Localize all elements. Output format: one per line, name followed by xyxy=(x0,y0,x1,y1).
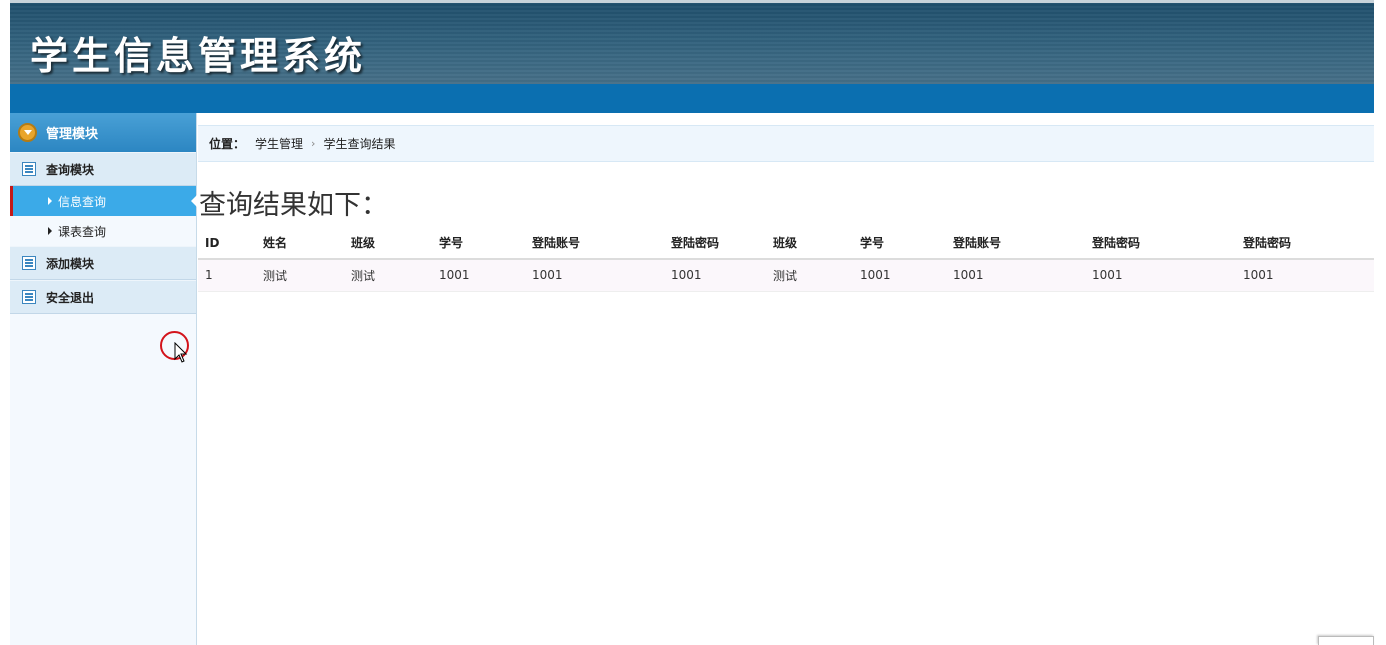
table-cell: 测试 xyxy=(766,259,853,292)
sidebar-group-query[interactable]: 查询模块 xyxy=(10,152,196,186)
main-content: 位置： 学生管理 › 学生查询结果 查询结果如下： ID 姓名 班级 学号 登陆… xyxy=(198,113,1374,645)
table-cell: 1001 xyxy=(525,259,664,292)
page-title: 查询结果如下： xyxy=(199,190,388,221)
top-nav-strip xyxy=(10,84,1374,113)
column-header: 登陆密码 xyxy=(1085,227,1236,260)
left-margin xyxy=(0,0,10,645)
sidebar-group-logout[interactable]: 安全退出 xyxy=(10,280,196,314)
caret-right-icon xyxy=(48,227,52,235)
breadcrumb: 位置： 学生管理 › 学生查询结果 xyxy=(198,125,1374,162)
sidebar-item-label: 信息查询 xyxy=(58,194,107,209)
caret-right-icon xyxy=(48,197,52,205)
column-header: 班级 xyxy=(344,227,432,260)
chevron-down-icon xyxy=(18,123,37,142)
sidebar-section-header[interactable]: 管理模块 xyxy=(10,113,196,152)
column-header: 学号 xyxy=(853,227,946,260)
mouse-cursor-icon xyxy=(174,342,188,363)
table-cell: 1001 xyxy=(1085,259,1236,292)
sidebar-group-add[interactable]: 添加模块 xyxy=(10,246,196,280)
corner-popup[interactable] xyxy=(1318,636,1374,645)
table-cell: 1001 xyxy=(432,259,525,292)
column-header: 登陆账号 xyxy=(946,227,1085,260)
sidebar-group-label: 安全退出 xyxy=(46,290,95,305)
sidebar-group-label: 添加模块 xyxy=(46,256,95,271)
sidebar-item-schedule-query[interactable]: 课表查询 xyxy=(10,216,196,246)
sidebar-item-label: 课表查询 xyxy=(58,224,107,239)
list-icon xyxy=(22,290,36,304)
table-cell: 1001 xyxy=(664,259,766,292)
column-header: 学号 xyxy=(432,227,525,260)
column-header: 姓名 xyxy=(256,227,344,260)
sidebar-group-label: 查询模块 xyxy=(46,162,95,177)
breadcrumb-label: 位置： xyxy=(209,137,246,151)
table-cell: 测试 xyxy=(256,259,344,292)
table-cell: 测试 xyxy=(344,259,432,292)
sidebar-section-title: 管理模块 xyxy=(46,127,99,142)
column-header: 登陆密码 xyxy=(664,227,766,260)
results-table: ID 姓名 班级 学号 登陆账号 登陆密码 班级 学号 登陆账号 登陆密码 登陆… xyxy=(198,227,1374,292)
table-row[interactable]: 1 测试 测试 1001 1001 1001 测试 1001 1001 1001… xyxy=(198,259,1374,292)
chevron-right-icon: › xyxy=(311,137,316,150)
list-icon xyxy=(22,162,36,176)
column-header: 登陆账号 xyxy=(525,227,664,260)
table-cell: 1001 xyxy=(946,259,1085,292)
app-header: 学生信息管理系统 xyxy=(10,0,1374,84)
table-cell: 1 xyxy=(198,259,256,292)
sidebar: 管理模块 查询模块 信息查询 课表查询 添加模块 安全退出 xyxy=(10,113,197,645)
app-title: 学生信息管理系统 xyxy=(30,33,367,78)
table-header-row: ID 姓名 班级 学号 登陆账号 登陆密码 班级 学号 登陆账号 登陆密码 登陆… xyxy=(198,227,1374,260)
table-cell: 1001 xyxy=(853,259,946,292)
breadcrumb-item[interactable]: 学生查询结果 xyxy=(323,135,395,152)
column-header: 登陆密码 xyxy=(1236,227,1374,260)
list-icon xyxy=(22,256,36,270)
table-cell: 1001 xyxy=(1236,259,1374,292)
right-margin xyxy=(1374,0,1386,645)
breadcrumb-item[interactable]: 学生管理 xyxy=(255,135,303,152)
column-header: ID xyxy=(198,227,256,260)
column-header: 班级 xyxy=(766,227,853,260)
sidebar-item-info-query[interactable]: 信息查询 xyxy=(10,186,197,216)
